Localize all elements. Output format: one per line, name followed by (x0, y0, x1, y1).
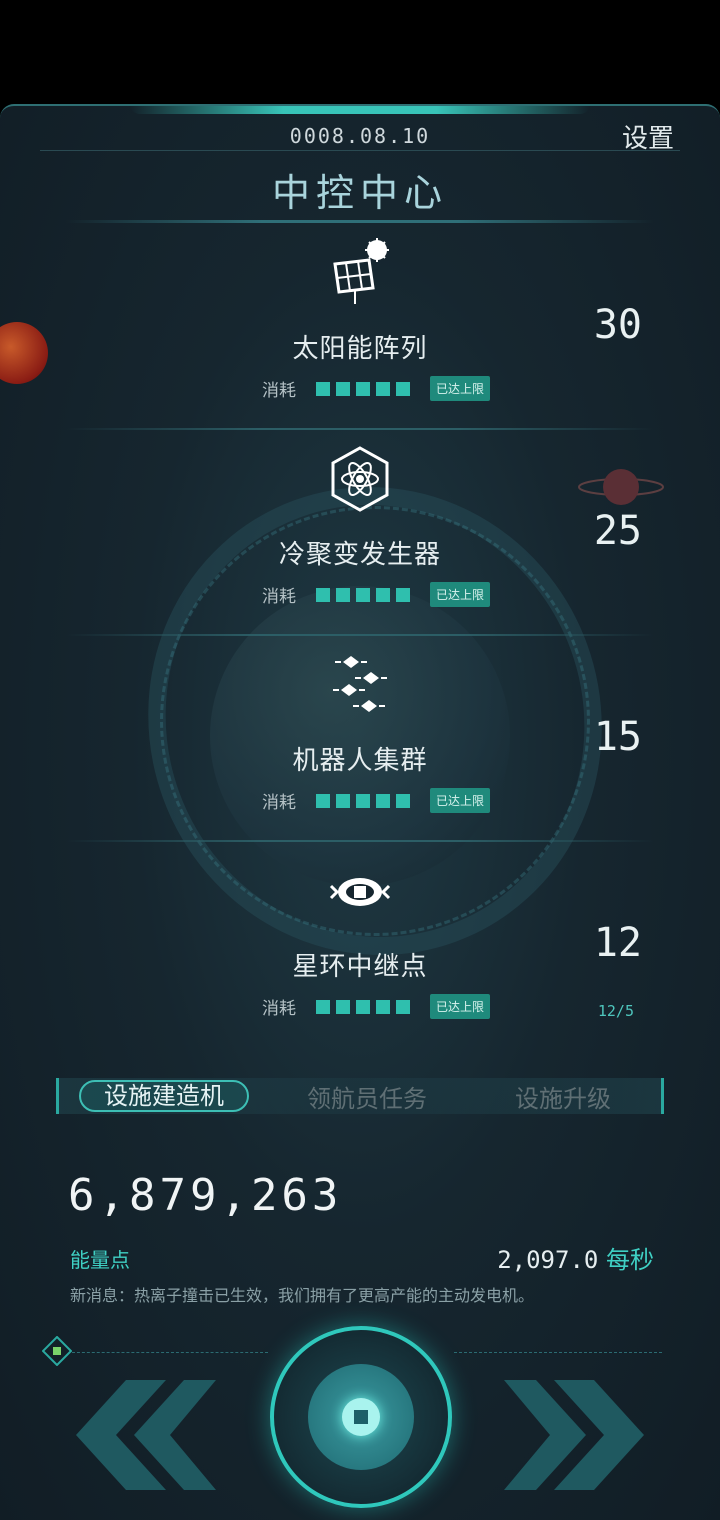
rate-value: 2,097.0 (497, 1246, 599, 1274)
tab-navigator-missions[interactable]: 领航员任务 (269, 1079, 465, 1114)
panel-top-glow (130, 106, 590, 114)
atom-icon (331, 446, 389, 512)
consume-level-squares (316, 587, 410, 602)
maxed-badge: 已达上限 (430, 582, 491, 607)
level-square (316, 793, 330, 808)
level-square (396, 587, 410, 602)
consume-level-squares (316, 793, 410, 808)
facility-consume: 消耗 已达上限 (262, 994, 491, 1019)
consume-label: 消耗 (262, 793, 296, 813)
maxed-badge: 已达上限 (430, 994, 491, 1019)
dashed-connector-left (72, 1352, 268, 1353)
core-center-icon (342, 1398, 380, 1436)
facility-sub-count: 12/5 (597, 1002, 634, 1020)
news-message: 新消息：热离子撞击已生效，我们拥有了更高产能的主动发电机。 (70, 1286, 535, 1305)
level-square (336, 381, 350, 396)
consume-label: 消耗 (262, 999, 296, 1019)
level-square (396, 381, 410, 396)
bottom-tab-bar: 设施建造机 领航员任务 设施升级 (56, 1078, 664, 1114)
rate-unit: 每秒 (606, 1246, 654, 1274)
control-center-panel: 0008.08.10 设置 中控中心 太阳能阵列 30 消耗 已达上限 冷聚变发… (0, 104, 720, 1520)
energy-rate: 2,097.0 每秒 (497, 1240, 654, 1275)
level-square (376, 587, 390, 602)
facility-row-fusion[interactable]: 冷聚变发生器 25 消耗 已达上限 (0, 430, 720, 636)
core-inner-ring (308, 1364, 414, 1470)
next-page-button[interactable] (504, 1380, 654, 1490)
bottom-controls (0, 1316, 720, 1520)
facility-row-relay[interactable]: 星环中继点 12 12/5 消耗 已达上限 (0, 842, 720, 1048)
tab-facility-builder[interactable]: 设施建造机 (79, 1080, 249, 1112)
robot-swarm-icon (333, 656, 387, 712)
relay-station-icon (329, 878, 391, 906)
level-square (356, 793, 370, 808)
level-square (356, 587, 370, 602)
facility-consume: 消耗 已达上限 (262, 376, 491, 401)
page-title: 中控中心 (271, 171, 448, 215)
level-square (316, 999, 330, 1014)
level-square (376, 381, 390, 396)
level-square (356, 999, 370, 1014)
title-divider (66, 220, 654, 223)
facility-consume: 消耗 已达上限 (262, 582, 491, 607)
facility-row-solar[interactable]: 太阳能阵列 30 消耗 已达上限 (0, 224, 720, 430)
facility-count: 25 (593, 508, 642, 554)
level-square (336, 999, 350, 1014)
consume-label: 消耗 (262, 381, 296, 401)
level-square (376, 999, 390, 1014)
facility-count: 12 (593, 920, 642, 966)
level-square (336, 587, 350, 602)
consume-level-squares (316, 381, 410, 396)
facility-count: 15 (593, 714, 642, 760)
previous-page-button[interactable] (66, 1380, 216, 1490)
solar-panel-icon (333, 238, 389, 304)
energy-value: 6,879,263 (68, 1170, 343, 1221)
game-date: 0008.08.10 (289, 124, 431, 148)
level-square (316, 587, 330, 602)
facility-row-robots[interactable]: 机器人集群 15 消耗 已达上限 (0, 636, 720, 842)
consume-level-squares (316, 999, 410, 1014)
settings-button[interactable]: 设置 (622, 118, 674, 155)
facility-count: 30 (593, 302, 642, 348)
maxed-badge: 已达上限 (430, 376, 491, 401)
level-square (396, 999, 410, 1014)
dashed-connector-right (454, 1352, 662, 1353)
level-square (316, 381, 330, 396)
header-divider (40, 150, 680, 151)
energy-label: 能量点 (70, 1248, 130, 1272)
level-square (376, 793, 390, 808)
core-tap-button[interactable] (270, 1326, 452, 1508)
tab-facility-upgrade[interactable]: 设施升级 (465, 1079, 661, 1114)
level-square (336, 793, 350, 808)
consume-label: 消耗 (262, 587, 296, 607)
diamond-node-icon (42, 1336, 72, 1366)
core-center-dot (354, 1410, 368, 1424)
facility-consume: 消耗 已达上限 (262, 788, 491, 813)
maxed-badge: 已达上限 (430, 788, 491, 813)
level-square (356, 381, 370, 396)
level-square (396, 793, 410, 808)
